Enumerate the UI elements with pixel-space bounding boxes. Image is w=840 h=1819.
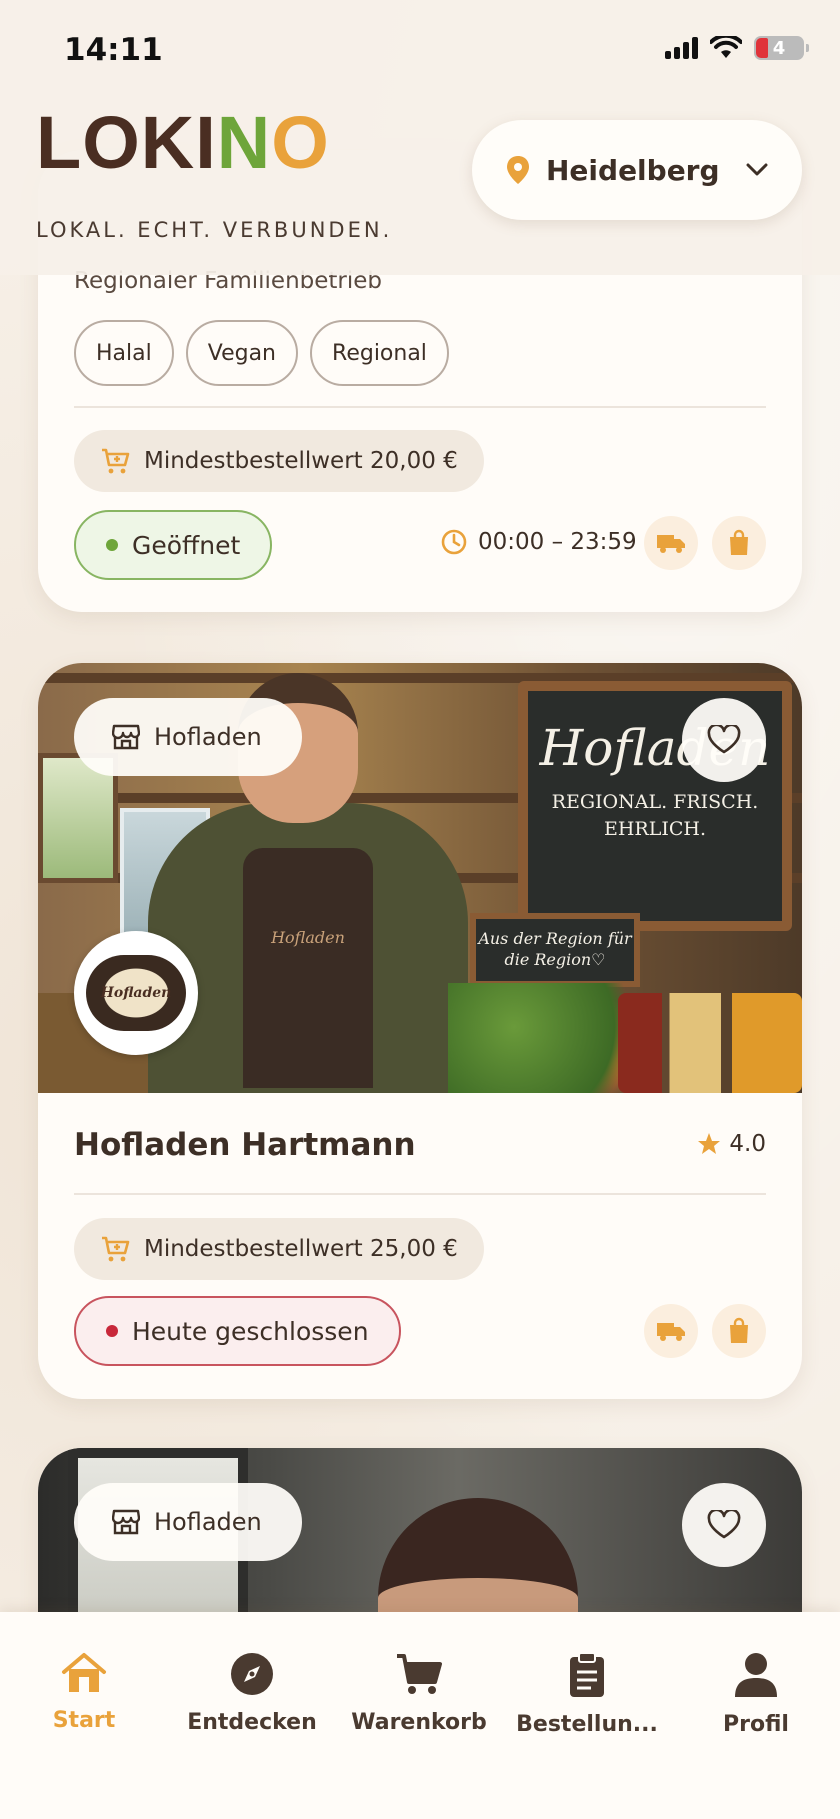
status-dot	[106, 539, 118, 551]
signal-icon	[665, 37, 698, 59]
min-order-text: Mindestbestellwert 25,00 €	[144, 1236, 458, 1262]
nav-label: Warenkorb	[351, 1710, 487, 1735]
shop-logo-text: Hofladen	[86, 955, 186, 1031]
closed-status-badge: Heute geschlossen	[74, 1296, 401, 1366]
nav-item-profil[interactable]: Profil	[676, 1652, 836, 1737]
hours-text: 00:00 – 23:59	[478, 529, 637, 555]
open-status-badge: Geöffnet	[74, 510, 273, 580]
delivery-icon	[644, 1304, 698, 1358]
min-order-pill: Mindestbestellwert 20,00 €	[74, 430, 484, 492]
clipboard-icon	[570, 1652, 604, 1697]
shop-card[interactable]: Hofladen REGIONAL. FRISCH. EHRLICH. Hofl…	[38, 663, 802, 1399]
category-label: Hofladen	[154, 723, 262, 751]
nav-label: Profil	[723, 1712, 789, 1737]
tag-halal: Halal	[74, 320, 174, 386]
home-icon	[62, 1653, 106, 1692]
store-icon	[112, 1509, 140, 1535]
heart-icon	[707, 1510, 741, 1539]
nav-label: Start	[52, 1708, 116, 1733]
app-logo: LOKINO	[36, 106, 330, 180]
location-pin-icon	[507, 156, 529, 184]
delivery-icon	[644, 516, 698, 570]
chalkboard-subtitle: REGIONAL. FRISCH. EHRLICH.	[551, 791, 759, 840]
category-badge: Hofladen	[74, 1483, 302, 1561]
logo-part-3: O	[271, 101, 330, 184]
cart-icon	[397, 1654, 442, 1694]
wifi-icon	[710, 36, 742, 58]
chevron-down-icon	[746, 163, 768, 176]
tag-vegan: Vegan	[185, 320, 299, 386]
min-order-text: Mindestbestellwert 20,00 €	[144, 448, 458, 474]
nav-item-warenkorb[interactable]: Warenkorb	[339, 1652, 499, 1735]
shopping-bag-icon	[712, 516, 766, 570]
status-icons: 4	[665, 36, 809, 60]
category-badge: Hofladen	[74, 698, 302, 776]
shop-name[interactable]: Hofladen Hartmann	[74, 1127, 416, 1163]
min-order-pill: Mindestbestellwert 25,00 €	[74, 1218, 484, 1280]
chalk-sign: Aus der Region für die Region♡	[470, 913, 640, 987]
divider	[74, 1193, 766, 1195]
battery-level: 4	[772, 37, 786, 59]
nav-label: Entdecken	[187, 1710, 317, 1735]
heart-icon	[707, 725, 741, 754]
shopping-bag-icon	[712, 1304, 766, 1358]
nav-item-entdecken[interactable]: Entdecken	[172, 1652, 332, 1735]
logo-part-2: N	[216, 101, 272, 184]
shop-hero-image: Hofladen REGIONAL. FRISCH. EHRLICH. Hofl…	[38, 663, 802, 1093]
bottom-navigation: Start Entdecken Warenkorb Bestellun... P…	[0, 1612, 840, 1819]
status-time: 14:11	[64, 32, 163, 68]
status-text: Geöffnet	[132, 530, 241, 560]
rating-value: 4.0	[729, 1131, 766, 1157]
compass-icon	[231, 1653, 273, 1695]
cart-plus-icon	[102, 1236, 130, 1262]
status-text: Heute geschlossen	[132, 1316, 369, 1346]
jars	[618, 993, 802, 1093]
app-header: 14:11 4 LOKINO LOKAL. ECHT. VERBUNDEN. H…	[0, 0, 840, 275]
clock-icon	[441, 529, 467, 555]
logo-part-1: LOKI	[36, 101, 217, 184]
cart-plus-icon	[102, 448, 130, 474]
location-label: Heidelberg	[546, 153, 720, 187]
rating: 4.0	[697, 1131, 766, 1157]
nav-item-start[interactable]: Start	[4, 1652, 164, 1733]
location-selector[interactable]: Heidelberg	[472, 120, 802, 220]
favorite-button[interactable]	[682, 698, 766, 782]
divider	[74, 406, 766, 408]
battery-icon: 4	[754, 36, 809, 60]
tagline: LOKAL. ECHT. VERBUNDEN.	[36, 218, 393, 242]
favorite-button[interactable]	[682, 1483, 766, 1567]
category-label: Hofladen	[154, 1508, 262, 1536]
nav-label: Bestellun...	[516, 1712, 658, 1737]
opening-hours: 00:00 – 23:59	[440, 528, 637, 556]
owner-apron: Hofladen	[243, 848, 373, 1088]
tag-list: Halal Vegan Regional	[74, 320, 449, 386]
store-icon	[112, 724, 140, 750]
shop-logo: Hofladen	[74, 931, 198, 1055]
status-dot	[106, 1325, 118, 1337]
user-icon	[735, 1653, 777, 1697]
tag-regional: Regional	[310, 320, 449, 386]
nav-item-bestellungen[interactable]: Bestellun...	[507, 1652, 667, 1737]
star-icon	[698, 1133, 721, 1154]
